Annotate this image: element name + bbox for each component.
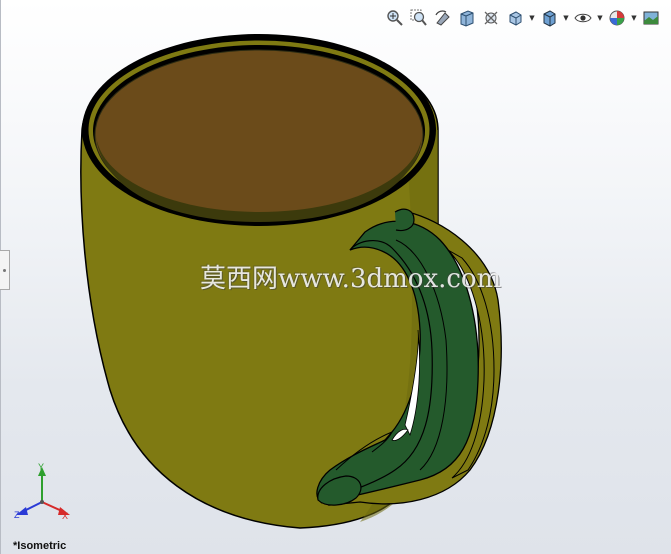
display-style-button[interactable] [538, 7, 560, 29]
section-view-button[interactable] [456, 7, 478, 29]
view-orientation-dropdown[interactable]: ▼ [528, 7, 536, 29]
handle-dot-icon [3, 268, 6, 272]
display-style-dropdown[interactable]: ▼ [562, 7, 570, 29]
hide-show-icon [574, 13, 592, 23]
dynamic-annotation-views-button[interactable] [480, 7, 502, 29]
feature-manager-toggle-handle[interactable] [0, 250, 10, 290]
scene-icon [643, 11, 659, 25]
view-orientation-icon [509, 11, 522, 26]
section-view-icon [460, 10, 474, 27]
triad-y-label: Y [38, 462, 44, 472]
previous-view-button[interactable] [432, 7, 454, 29]
watermark-text: 莫西网www.3dmox.com [200, 264, 502, 294]
annotation-view-icon [484, 11, 498, 25]
hide-show-items-button[interactable] [572, 7, 594, 29]
triad-z-label: Z [14, 510, 20, 520]
zoom-to-fit-button[interactable] [384, 7, 406, 29]
appearance-icon [609, 10, 625, 26]
hide-show-dropdown[interactable]: ▼ [596, 7, 604, 29]
edit-appearance-dropdown[interactable]: ▼ [630, 7, 638, 29]
zoom-area-icon [410, 9, 427, 26]
view-orientation-label: *Isometric [13, 540, 67, 552]
zoom-to-area-button[interactable] [408, 7, 430, 29]
triad-x-axis: X [41, 501, 70, 521]
view-orientation-button[interactable] [504, 7, 526, 29]
heads-up-view-toolbar: ▼ ▼ ▼ ▼ [384, 6, 662, 30]
display-style-icon [543, 10, 556, 27]
previous-view-icon [435, 10, 450, 26]
apply-scene-button[interactable] [640, 7, 662, 29]
triad-x-label: X [62, 511, 68, 521]
edit-appearance-button[interactable] [606, 7, 628, 29]
graphics-area[interactable]: ▼ ▼ ▼ ▼ 莫西网www.3dmox.com Y X Z *Isometri… [0, 0, 671, 554]
reference-triad[interactable]: Y X Z [12, 462, 76, 522]
triad-y-axis: Y [38, 462, 46, 502]
triad-z-axis: Z [14, 501, 43, 520]
zoom-fit-icon [387, 10, 403, 26]
